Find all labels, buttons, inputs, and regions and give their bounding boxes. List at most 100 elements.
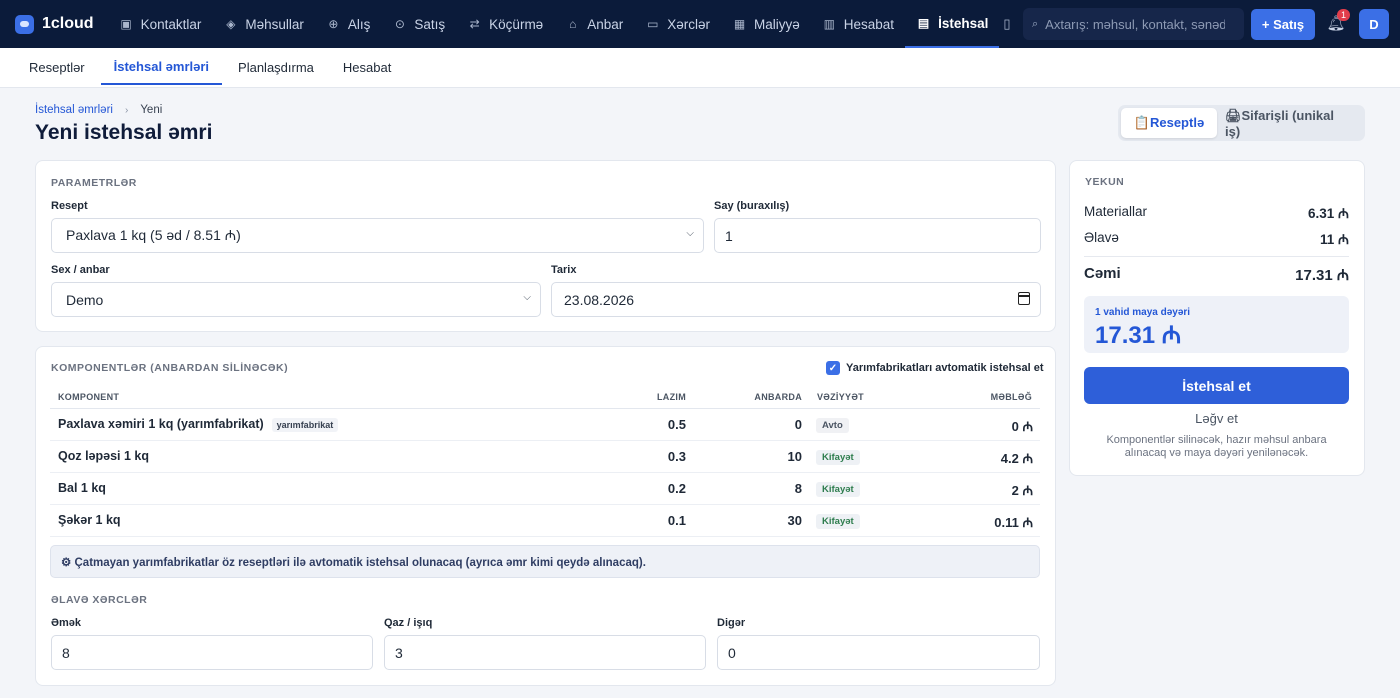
nav-item-satis[interactable]: ⊙ Satış [381,0,456,48]
page-title: Yeni istehsal əmri [35,121,213,144]
required-qty: 0.1 [667,513,686,528]
materials-value: 6.31 ₼ [1308,206,1349,221]
status-badge: Avto [816,418,849,433]
quantity-field[interactable]: 1 [714,218,1041,253]
mode-custom-button[interactable]: 🖨Sifarişli (unikal iş) [1217,108,1357,139]
finance-icon: ▦ [733,17,746,31]
component-name: Paxlava xəmiri 1 kq (yarımfabrikat) yarım… [58,417,339,432]
new-sale-button[interactable]: + Satış [1251,9,1315,40]
purchase-icon: ⊕ [328,17,339,31]
required-qty: 0.5 [667,417,686,432]
stock-qty: 0 [794,417,802,432]
recipe-label: Resept [51,200,88,212]
chevron-down-icon: ⌵ [686,228,694,239]
nav-item-istehsal[interactable]: ▤ İstehsal [905,0,1000,48]
checkbox-checked-icon[interactable]: ✓ [826,361,840,375]
col-component: KOMPONENT [58,392,120,402]
sub-tabs: Reseptlər İstehsal əmrləri Planlaşdırma … [0,48,1400,88]
tab-hesabat[interactable]: Hesabat [330,50,404,85]
amount-value: 2 ₼ [1011,483,1033,498]
nav-label: Xərclər [667,16,710,32]
search-icon: ⌕ [1032,17,1039,30]
summary-note: Komponentlər silinəcək, hazır məhsul anb… [1106,434,1327,459]
nav-item-hesabat[interactable]: ▥ Hesabat [811,0,905,48]
materials-line: Materiallar 6.31 ₼ [1084,204,1349,222]
section-title: PARAMETRLƏR [51,177,137,189]
summary-title: YEKUN [1085,176,1125,188]
nav-label: Anbar [587,16,624,32]
gas-field[interactable]: 3 [384,635,706,670]
status-badge: Kifayət [816,450,860,465]
labor-value: 8 [62,644,70,661]
expenses-icon: ▭ [647,17,659,31]
produce-button[interactable]: İstehsal et [1084,367,1349,404]
nav-label: İstehsal [938,15,989,31]
notification-badge: 1 [1337,9,1351,21]
nav-more-icon[interactable]: ▯ [1003,16,1019,32]
app-logo[interactable]: 1cloud [15,14,94,34]
nav-item-maliyye[interactable]: ▦ Maliyyə [721,0,811,48]
tab-istehsal-emrleri[interactable]: İstehsal əmrləri [100,50,223,85]
semi-product-tag: yarımfabrikat [271,417,339,432]
warehouse-icon: ⌂ [569,17,577,31]
extra-label: Əlavə [1084,230,1119,245]
sales-icon: ⊙ [394,17,405,31]
other-field[interactable]: 0 [717,635,1040,670]
nav-item-kontaktlar[interactable]: ▣ Kontaktlar [108,0,213,48]
nav-item-mehsullar[interactable]: ◈ Məhsullar [212,0,315,48]
nav-label: Köçürmə [489,16,544,32]
nav-item-alis[interactable]: ⊕ Alış [315,0,382,48]
nav-label: Kontaktlar [140,16,202,32]
unit-cost-value: 17.31 ₼ [1095,322,1182,349]
parameters-card: PARAMETRLƏR Resept Paxlava 1 kq (5 əd / … [35,160,1056,332]
labor-field[interactable]: 8 [51,635,373,670]
unit-cost-box: 1 vahid maya dəyəri 17.31 ₼ [1084,296,1349,353]
calendar-icon[interactable] [1018,292,1030,305]
table-row: Bal 1 kq 0.2 8 Kifayət 2 ₼ [50,473,1040,505]
date-field[interactable]: 23.08.2026 [551,282,1041,317]
gas-value: 3 [395,644,403,661]
chevron-down-icon: ⌵ [523,292,531,303]
warehouse-value: Demo [66,291,104,308]
extra-costs-title: ƏLAVƏ XƏRCLƏR [51,594,148,606]
nav-item-kocurme[interactable]: ⇄ Köçürmə [456,0,554,48]
amount-value: 0 ₼ [1011,419,1033,434]
recipe-value: Paxlava 1 kq (5 əd / 8.51 ₼) [66,227,241,243]
table-row: Şəkər 1 kq 0.1 30 Kifayət 0.11 ₼ [50,505,1040,537]
required-qty: 0.2 [667,481,686,496]
auto-produce-toggle[interactable]: ✓ Yarımfabrikatları avtomatik istehsal e… [826,361,1043,375]
warehouse-select[interactable]: Demo ⌵ [51,282,541,317]
recipe-select[interactable]: Paxlava 1 kq (5 əd / 8.51 ₼) ⌵ [51,218,704,253]
stock-qty: 8 [794,481,802,496]
amount-value: 0.11 ₼ [994,515,1033,530]
amount-value: 4.2 ₼ [1000,451,1033,466]
other-value: 0 [728,644,736,661]
tab-receptler[interactable]: Reseptlər [16,50,98,85]
main-nav: ▣ Kontaktlar ◈ Məhsullar ⊕ Alış ⊙ Satış ⇄ Köç… [108,0,1020,48]
gas-label: Qaz / işıq [384,617,433,629]
nav-label: Məhsullar [245,16,304,32]
extra-value: 11 ₼ [1320,232,1349,247]
products-icon: ◈ [226,17,236,31]
total-label: Cəmi [1084,265,1121,282]
tab-planlasdirma[interactable]: Planlaşdırma [225,50,327,85]
required-qty: 0.3 [667,449,686,464]
nav-item-xercler[interactable]: ▭ Xərclər [634,0,721,48]
materials-label: Materiallar [1084,204,1148,219]
col-required: LAZIM [657,392,686,402]
total-value: 17.31 ₼ [1295,267,1349,284]
nav-item-anbar[interactable]: ⌂ Anbar [554,0,634,48]
breadcrumb-parent[interactable]: İstehsal əmrləri [35,104,113,116]
mode-recipe-button[interactable]: 📋Reseptlə [1121,108,1217,138]
report-icon: ▥ [823,17,835,31]
global-search[interactable]: ⌕ [1023,8,1244,40]
search-input[interactable] [1045,16,1226,32]
date-value: 23.08.2026 [564,291,635,308]
nav-label: Alış [347,16,371,32]
labor-label: Əmək [51,617,82,629]
quantity-value: 1 [725,227,733,244]
cancel-button[interactable]: Ləğv et [1084,411,1349,426]
avatar[interactable]: D [1359,9,1389,39]
other-label: Digər [717,617,746,629]
breadcrumb: İstehsal əmrləri › Yeni [35,104,162,116]
